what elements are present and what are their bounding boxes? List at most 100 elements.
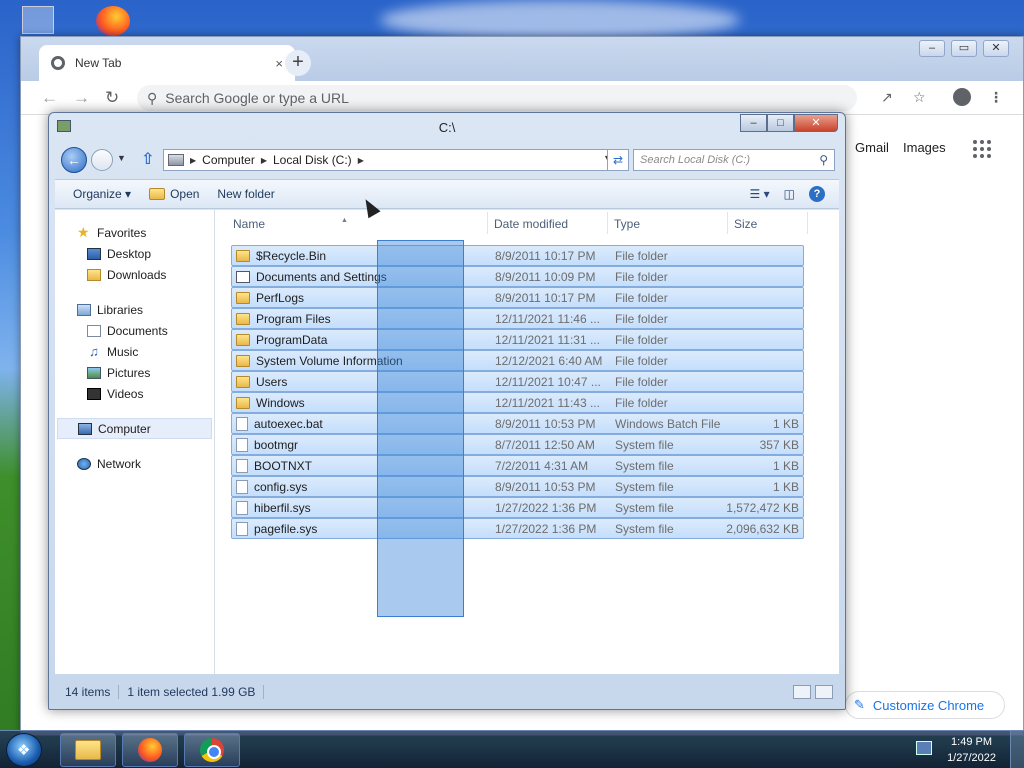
show-desktop-button[interactable] (1010, 731, 1024, 768)
open-button[interactable]: Open (149, 187, 199, 201)
folder-icon (236, 375, 250, 388)
nav-videos[interactable]: Videos (55, 383, 214, 404)
view-tools: ☰ ▾ ◫ ? (750, 186, 839, 202)
explorer-titlebar: C:\ – □ ✕ (49, 113, 845, 143)
file-name: hiberfil.sys (254, 500, 311, 515)
nav-desktop[interactable]: Desktop (55, 243, 214, 264)
menu-kebab-icon[interactable]: ⋮ (989, 89, 1003, 106)
search-input[interactable]: Search Local Disk (C:) ⚲ (633, 149, 835, 171)
nav-documents[interactable]: Documents (55, 320, 214, 341)
explorer-maximize-button[interactable]: □ (767, 114, 794, 132)
breadcrumb-separator-icon[interactable]: ▶ (190, 156, 196, 165)
preview-pane-icon[interactable]: ◫ (784, 187, 795, 201)
reload-icon[interactable]: ↻ (105, 88, 119, 108)
taskbar-chrome-button[interactable] (184, 733, 240, 767)
nav-network[interactable]: Network (55, 453, 214, 474)
clock-time: 1:49 PM (951, 736, 993, 748)
network-tray-icon[interactable] (916, 741, 932, 755)
taskbar-explorer-button[interactable] (60, 733, 116, 767)
nav-pictures[interactable]: Pictures (55, 362, 214, 383)
file-row[interactable]: bootmgr 8/7/2011 12:50 AM System file 357 K… (231, 434, 804, 455)
file-row[interactable]: Windows 12/11/2021 11:43 ... File folder (231, 392, 804, 413)
address-bar[interactable]: ▶ Computer ▶ Local Disk (C:) ▶ ▼ (163, 149, 617, 171)
explorer-window-controls: – □ ✕ (740, 114, 838, 132)
file-name-cell: Users (236, 375, 287, 389)
nav-computer[interactable]: Computer (57, 418, 212, 439)
file-type: System file (615, 479, 674, 494)
file-row[interactable]: Program Files 12/11/2021 11:46 ... File fo… (231, 308, 804, 329)
recent-pages-dropdown-icon[interactable]: ▼ (117, 153, 126, 163)
nav-favorites[interactable]: ★ Favorites (55, 222, 214, 243)
organize-button[interactable]: Organize ▾ (73, 187, 131, 201)
file-row[interactable]: Documents and Settings 8/9/2011 10:09 PM F… (231, 266, 804, 287)
file-row[interactable]: BOOTNXT 7/2/2011 4:31 AM System file 1 KB (231, 455, 804, 476)
gmail-link[interactable]: Gmail (855, 140, 889, 155)
breadcrumb-separator-icon[interactable]: ▶ (261, 156, 267, 165)
file-row[interactable]: Users 12/11/2021 10:47 ... File folder (231, 371, 804, 392)
change-view-icon[interactable]: ☰ ▾ (750, 187, 770, 201)
recycle-bin-icon[interactable] (22, 6, 54, 34)
google-apps-icon[interactable] (973, 140, 991, 158)
file-row[interactable]: pagefile.sys 1/27/2022 1:36 PM System file… (231, 518, 804, 539)
new-tab-button[interactable]: + (285, 50, 311, 76)
customize-chrome-button[interactable]: ✎ Customize Chrome (845, 691, 1005, 719)
profile-avatar-icon[interactable] (953, 88, 971, 106)
share-icon[interactable]: ↗ (881, 89, 893, 106)
omnibox[interactable]: ⚲ Search Google or type a URL (137, 85, 857, 111)
tab-close-icon[interactable]: × (275, 56, 283, 71)
explorer-forward-button[interactable] (91, 149, 113, 171)
large-icons-view-icon[interactable] (815, 685, 833, 699)
start-button[interactable] (6, 733, 42, 767)
file-size: 2,096,632 KB (726, 521, 799, 536)
file-rows: $Recycle.Bin 8/9/2011 10:17 PM File folder… (231, 245, 804, 539)
up-level-arrow-icon[interactable]: ⇧ (141, 149, 154, 169)
chrome-maximize-button[interactable]: ▭ (951, 40, 977, 57)
command-bar: Organize ▾ Open New folder ☰ ▾ ◫ ? (55, 179, 839, 209)
chrome-icon (200, 738, 224, 762)
file-row[interactable]: System Volume Information 12/12/2021 6:40… (231, 350, 804, 371)
item-count: 14 items (55, 685, 120, 699)
breadcrumb-separator-icon[interactable]: ▶ (358, 156, 364, 165)
explorer-minimize-button[interactable]: – (740, 114, 767, 132)
selection-info: 1 item selected 1.99 GB (119, 685, 265, 699)
column-date-modified[interactable]: Date modified (494, 217, 568, 231)
taskbar-firefox-button[interactable] (122, 733, 178, 767)
navigation-pane: ★ Favorites Desktop Downloads Libraries (55, 210, 215, 674)
nav-music[interactable]: ♫ Music (55, 341, 214, 362)
file-row[interactable]: autoexec.bat 8/9/2011 10:53 PM Windows Bat… (231, 413, 804, 434)
chrome-window-controls: – ▭ ✕ (919, 40, 1009, 57)
chrome-close-button[interactable]: ✕ (983, 40, 1009, 57)
refresh-button[interactable]: ⇄ (607, 149, 629, 171)
help-icon[interactable]: ? (809, 186, 825, 202)
file-type: File folder (615, 248, 668, 263)
videos-icon (87, 387, 101, 400)
back-arrow-icon[interactable]: ← (41, 88, 58, 108)
explorer-close-button[interactable]: ✕ (794, 114, 838, 132)
firefox-desktop-icon[interactable] (96, 6, 130, 36)
nav-downloads[interactable]: Downloads (55, 264, 214, 285)
column-type[interactable]: Type (614, 217, 640, 231)
file-row[interactable]: hiberfil.sys 1/27/2022 1:36 PM System file… (231, 497, 804, 518)
file-name-cell: BOOTNXT (236, 458, 312, 473)
bookmark-star-icon[interactable]: ☆ (913, 89, 926, 106)
new-folder-button[interactable]: New folder (217, 187, 274, 201)
breadcrumb-computer[interactable]: Computer (202, 153, 255, 167)
nav-libraries-label: Libraries (97, 302, 144, 317)
file-row[interactable]: PerfLogs 8/9/2011 10:17 PM File folder (231, 287, 804, 308)
explorer-back-button[interactable]: ← (61, 147, 87, 173)
breadcrumb-local-disk[interactable]: Local Disk (C:) (273, 153, 352, 167)
file-size: 1 KB (772, 416, 799, 431)
details-view-icon[interactable] (793, 685, 811, 699)
system-clock[interactable]: 1:49 PM 1/27/2022 (947, 734, 996, 766)
images-link[interactable]: Images (903, 140, 946, 155)
chrome-minimize-button[interactable]: – (919, 40, 945, 57)
column-name[interactable]: Name (233, 217, 265, 231)
nav-music-label: Music (107, 344, 139, 359)
file-row[interactable]: ProgramData 12/11/2021 11:31 ... File fold… (231, 329, 804, 350)
file-row[interactable]: $Recycle.Bin 8/9/2011 10:17 PM File folder (231, 245, 804, 266)
forward-arrow-icon[interactable]: → (73, 88, 90, 108)
column-size[interactable]: Size (734, 217, 757, 231)
file-row[interactable]: config.sys 8/9/2011 10:53 PM System file 1 … (231, 476, 804, 497)
chrome-tab-new-tab[interactable]: New Tab × (39, 45, 295, 81)
nav-libraries[interactable]: Libraries (55, 299, 214, 320)
